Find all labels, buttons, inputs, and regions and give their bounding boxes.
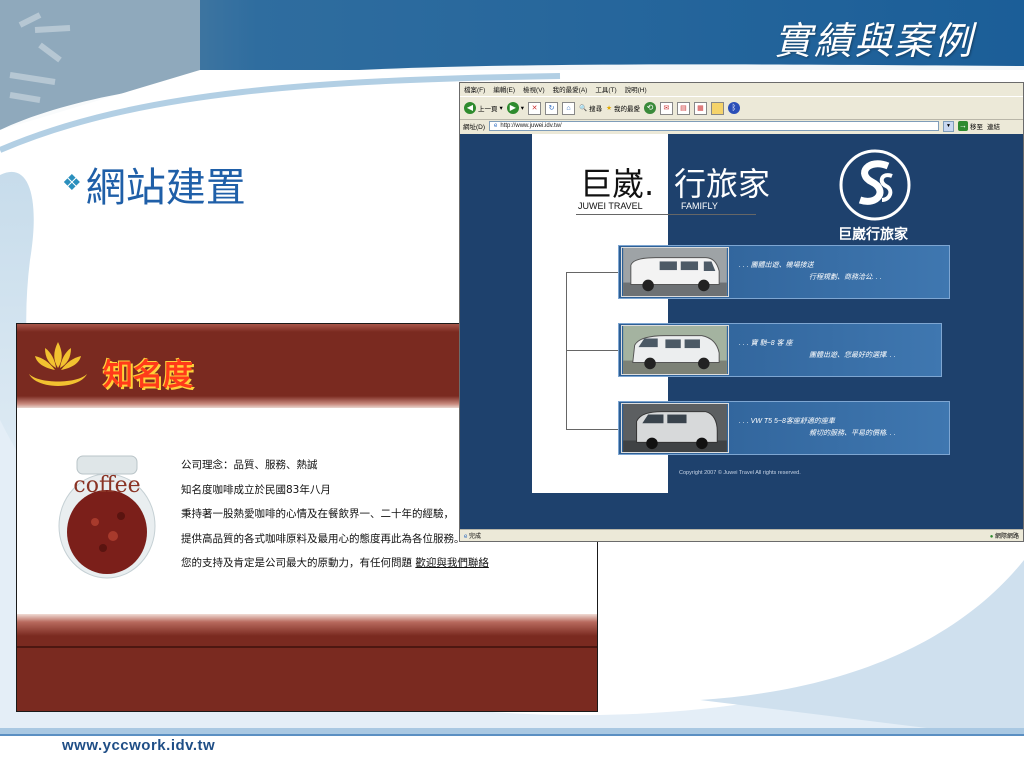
juwei-brand-name: 巨崴行旅家 [838, 226, 908, 242]
menu-tools[interactable]: 工具(T) [595, 84, 616, 94]
van-photo-image [621, 325, 729, 375]
favorites-button[interactable]: ★ 我的最愛 [606, 103, 640, 113]
home-icon[interactable]: ⌂ [562, 101, 576, 115]
menu-edit[interactable]: 編輯(E) [493, 84, 515, 94]
browser-viewport: 巨崴. 行旅家 JUWEI TRAVEL FAMIFLY 巨崴行旅家 . . .… [460, 134, 1023, 529]
status-left: e 完成 [464, 534, 482, 540]
van-photo-image [621, 247, 729, 297]
juwei-name-cn: 巨崴. [580, 165, 655, 203]
service-card[interactable]: . . . VW T5 5~8客座舒適的座車親切的服務、平易的價格. . . [618, 401, 950, 455]
address-dropdown-icon[interactable]: ▼ [943, 120, 955, 132]
coffee-line: 知名度咖啡成立於民國83年八月 [181, 483, 331, 496]
address-input[interactable]: e http://www.juwei.idv.tw/ [489, 121, 940, 131]
back-arrow-icon: ◀ [464, 102, 476, 114]
coffee-line: 您的支持及肯定是公司最大的原動力，有任何問題 歡迎與我們聯絡 [181, 555, 489, 580]
browser-menubar: 檔案(F) 編輯(E) 檢視(V) 我的最愛(A) 工具(T) 說明(H) [460, 83, 1023, 95]
card-line1: . . . 寶 馳~8 客 座 [739, 340, 793, 347]
menu-help[interactable]: 說明(H) [625, 84, 647, 94]
juwei-name-en: JUWEI TRAVEL [578, 201, 643, 211]
card-line1: . . . 團體出遊、機場接送 [739, 262, 814, 269]
print-icon[interactable]: ▤ [676, 101, 690, 115]
links-label[interactable]: 連結 [987, 121, 1000, 131]
page-done-icon: e [464, 534, 468, 540]
browser-toolbar: ◀ 上一頁 ▾ ▶ ▾ ✕ ↻ ⌂ 🔍 搜尋 ★ 我的最愛 ⟲ ✉ ▤ ▦ ᛒ [460, 96, 1023, 120]
famifly-name-en: FAMIFLY [681, 201, 718, 211]
edit-icon[interactable]: ▦ [693, 101, 707, 115]
folder-icon[interactable] [710, 101, 724, 115]
page-icon: e [494, 123, 498, 129]
back-button[interactable]: ◀ 上一頁 ▾ [464, 102, 503, 114]
browser-window-screenshot: 檔案(F) 編輯(E) 檢視(V) 我的最愛(A) 工具(T) 說明(H) ◀ 上… [459, 82, 1024, 542]
refresh-icon[interactable]: ↻ [545, 101, 559, 115]
card-line2: 團體出遊、您最好的選擇. . . [809, 352, 896, 359]
go-arrow-icon: → [958, 121, 969, 131]
search-button[interactable]: 🔍 搜尋 [579, 103, 602, 113]
bullet-text: 網站建置 [85, 165, 246, 211]
juwei-logo-icon [839, 149, 911, 221]
copyright-text: Copyright 2007 © Juwei Travel All rights… [679, 470, 801, 476]
famifly-name-cn: 行旅家 [674, 165, 771, 203]
card-line2: 行程規劃、商務洽公. . . [809, 274, 882, 281]
contact-link[interactable]: 歡迎與我們聯絡 [415, 557, 489, 569]
title-rule [576, 214, 756, 215]
history-icon[interactable]: ⟲ [643, 102, 656, 114]
card-connector [566, 272, 567, 430]
bluetooth-icon[interactable]: ᛒ [727, 102, 740, 114]
forward-arrow-icon: ▶ [506, 102, 519, 114]
slide-title: 實績與案例 [773, 19, 974, 63]
coffee-footer [17, 614, 597, 711]
menu-favorites[interactable]: 我的最愛(A) [553, 84, 588, 94]
bullet-item: ❖ 網站建置 [62, 155, 246, 213]
footer-url[interactable]: www.yccwork.idv.tw [62, 737, 215, 754]
service-card[interactable]: . . . 寶 馳~8 客 座團體出遊、您最好的選擇. . . [618, 323, 942, 377]
mail-icon[interactable]: ✉ [659, 101, 673, 115]
internet-zone-icon: ● [989, 534, 994, 540]
menu-file[interactable]: 檔案(F) [464, 84, 485, 94]
van-photo-image [621, 403, 729, 453]
coffee-jar-image: coffee [58, 455, 156, 579]
coffee-line: 公司理念：品質、服務、熱誠 [181, 459, 318, 471]
card-connector [566, 429, 618, 430]
card-connector [566, 350, 618, 351]
card-connector [566, 272, 618, 273]
address-bar: 網址(D) e http://www.juwei.idv.tw/ ▼ → 移至 連結 [460, 119, 1023, 133]
address-label: 網址(D) [463, 124, 486, 131]
card-line2: 親切的服務、平易的價格. . . [809, 430, 896, 437]
coffee-leaf-logo-icon [29, 342, 87, 386]
menu-view[interactable]: 檢視(V) [523, 84, 545, 94]
coffee-brand-name: 知名度 [103, 358, 193, 393]
card-line1: . . . VW T5 5~8客座舒適的座車 [739, 418, 835, 425]
coffee-about-text: 公司理念：品質、服務、熱誠 知名度咖啡成立於民國83年八月 秉持著一股熱愛咖啡的… [181, 457, 489, 580]
status-right: ● 網際網路 [989, 534, 1019, 540]
coffee-line: 秉持著一股熱愛咖啡的心情及在餐飲界一、二十年的經驗， [181, 508, 454, 520]
stop-icon[interactable]: ✕ [528, 101, 542, 115]
forward-button[interactable]: ▶ ▾ [506, 102, 524, 114]
coffee-line: 提供高品質的各式咖啡原料及最用心的態度再此為各位服務。 [181, 532, 465, 545]
go-button[interactable]: → 移至 [958, 121, 983, 131]
coffee-last-line: 您的支持及肯定是公司最大的原動力，有任何問題 [181, 557, 412, 569]
browser-statusbar: e 完成 ● 網際網路 [460, 529, 1023, 541]
diamond-bullet-icon: ❖ [62, 171, 82, 196]
search-icon: 🔍 [579, 105, 588, 112]
service-card[interactable]: . . . 團體出遊、機場接送行程規劃、商務洽公. . . [618, 245, 950, 299]
coffee-footer-line [17, 646, 597, 648]
star-icon: ★ [606, 105, 612, 112]
coffee-jar-label: coffee [73, 473, 140, 498]
juwei-page: 巨崴. 行旅家 JUWEI TRAVEL FAMIFLY 巨崴行旅家 . . .… [532, 134, 954, 493]
